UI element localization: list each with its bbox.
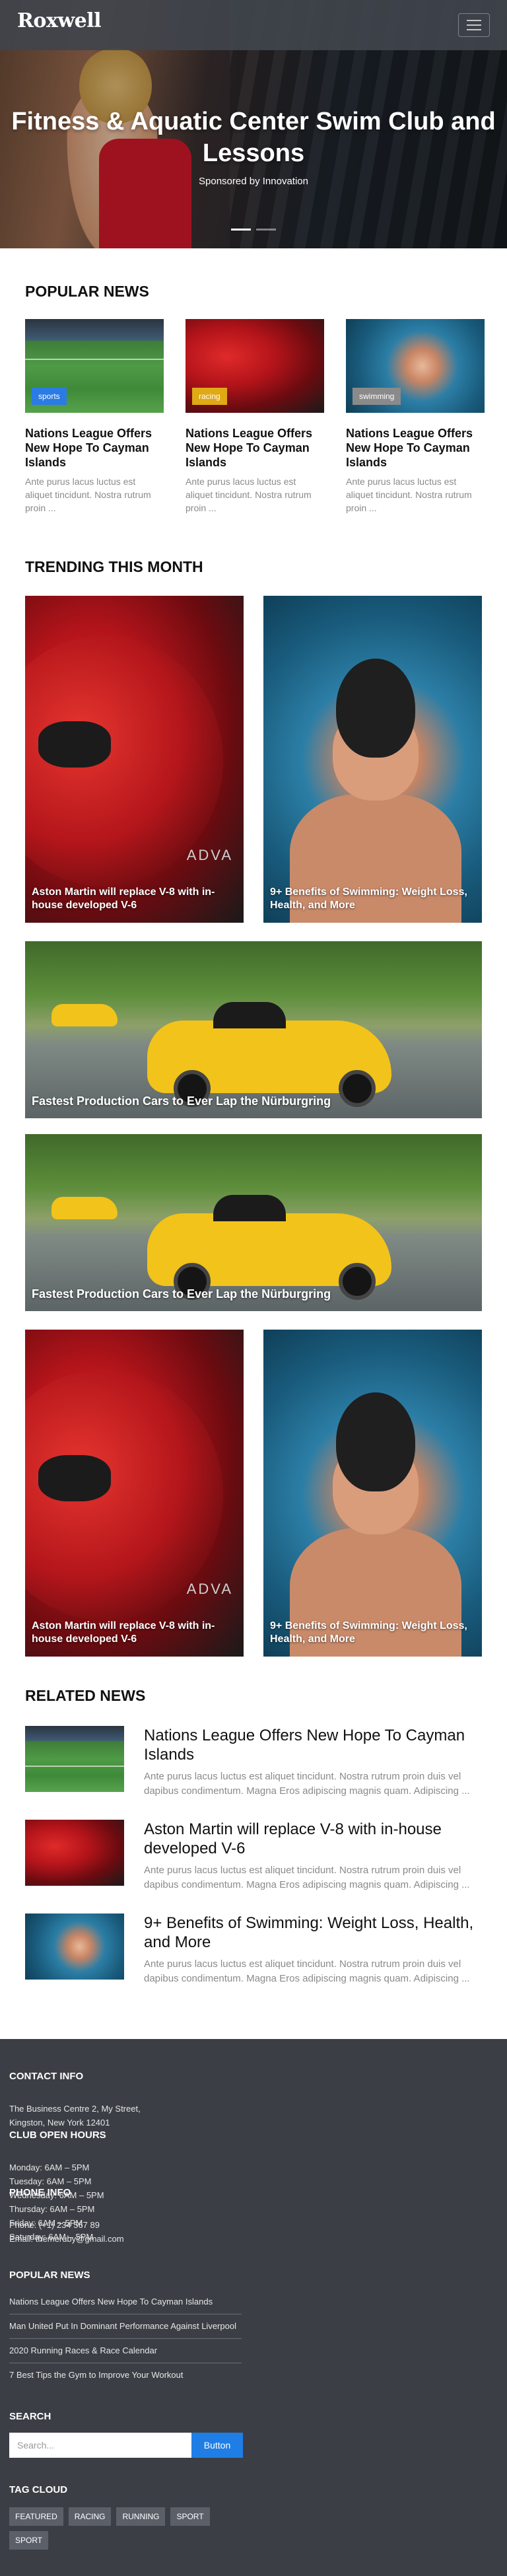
site-footer: CONTACT INFO The Business Centre 2, My S… [0,2039,507,2576]
footer-news-link[interactable]: 2020 Running Races & Race Calendar [9,2339,242,2363]
hero-title: Fitness & Aquatic Center Swim Club and L… [11,108,496,167]
search-button[interactable]: Button [191,2433,243,2458]
popular-card-title[interactable]: Nations League Offers New Hope To Cayman… [346,426,485,470]
trending-heading: TRENDING THIS MONTH [25,558,203,575]
search-heading: SEARCH [9,2411,51,2422]
hours-row: Tuesday: 6AM – 5PM [9,2176,92,2186]
trending-caption[interactable]: Aston Martin will replace V-8 with in-ho… [32,1620,237,1646]
car-brand-text: ADVA [186,1581,233,1597]
contact-heading: CONTACT INFO [9,2071,84,2082]
hours-heading: CLUB OPEN HOURS [9,2129,106,2141]
popular-card[interactable]: racing Nations League Offers New Hope To… [186,319,324,515]
tag-sport[interactable]: SPORT [170,2507,210,2526]
swimmer-image[interactable]: swimming [346,319,485,413]
site-header: Roxwell [0,0,507,50]
hero-subtitle: Sponsored by Innovation [199,176,308,187]
related-news-section: RELATED NEWS Nations League Offers New H… [0,1687,507,1986]
logo-text: Roxwell [17,9,102,32]
popular-card[interactable]: swimming Nations League Offers New Hope … [346,319,485,515]
trending-card[interactable]: ADVA Aston Martin will replace V-8 with … [25,1330,244,1657]
search-form: Button [9,2433,250,2458]
soccer-image[interactable]: sports [25,319,164,413]
tags-heading: TAG CLOUD [9,2484,68,2495]
slider-dots [231,229,276,231]
trending-card[interactable]: 9+ Benefits of Swimming: Weight Loss, He… [263,1330,482,1657]
red-car-image[interactable]: racing [186,319,324,413]
trending-card[interactable]: 9+ Benefits of Swimming: Weight Loss, He… [263,596,482,923]
related-item-excerpt: Ante purus lacus luctus est aliquet tinc… [144,1865,470,1890]
slider-dot-1[interactable] [231,229,251,231]
popular-card-excerpt: Ante purus lacus luctus est aliquet tinc… [186,476,312,513]
swimmer-thumbnail[interactable] [25,1914,124,1980]
related-item[interactable]: Nations League Offers New Hope To Cayman… [25,1726,482,1799]
trending-card[interactable]: Fastest Production Cars to Ever Lap the … [25,941,482,1118]
category-badge[interactable]: sports [32,388,67,405]
related-item-title[interactable]: 9+ Benefits of Swimming: Weight Loss, He… [144,1914,482,1952]
footer-news-link[interactable]: 7 Best Tips the Gym to Improve Your Work… [9,2363,242,2387]
search-input[interactable] [9,2433,191,2458]
soccer-thumbnail[interactable] [25,1726,124,1792]
related-item-excerpt: Ante purus lacus luctus est aliquet tinc… [144,1771,470,1797]
trending-card[interactable]: ADVA Aston Martin will replace V-8 with … [25,596,244,923]
related-item[interactable]: Aston Martin will replace V-8 with in-ho… [25,1820,482,1892]
related-item[interactable]: 9+ Benefits of Swimming: Weight Loss, He… [25,1914,482,1986]
contact-address: The Business Centre 2, My Street, Kingst… [9,2104,141,2128]
slider-dot-2[interactable] [256,229,276,231]
tag-running[interactable]: RUNNING [116,2507,166,2526]
related-news-heading: RELATED NEWS [25,1687,146,1704]
popular-news-section: POPULAR NEWS sports Nations League Offer… [0,283,507,515]
footer-news-link[interactable]: Nations League Offers New Hope To Cayman… [9,2290,242,2314]
tag-racing[interactable]: RACING [68,2507,112,2526]
footer-news-link[interactable]: Man United Put In Dominant Performance A… [9,2314,242,2339]
contact-info: CONTACT INFO The Business Centre 2, My S… [9,2071,263,2129]
category-badge[interactable]: racing [192,388,227,405]
trending-caption[interactable]: 9+ Benefits of Swimming: Weight Loss, He… [270,886,475,912]
popular-card-excerpt: Ante purus lacus luctus est aliquet tinc… [25,476,151,513]
trending-caption[interactable]: 9+ Benefits of Swimming: Weight Loss, He… [270,1620,475,1646]
email-address[interactable]: Email: themeruby@gmail.com [9,2232,250,2246]
popular-card-title[interactable]: Nations League Offers New Hope To Cayman… [25,426,164,470]
trending-caption[interactable]: Aston Martin will replace V-8 with in-ho… [32,886,237,912]
popular-card[interactable]: sports Nations League Offers New Hope To… [25,319,164,515]
popular-card-excerpt: Ante purus lacus luctus est aliquet tinc… [346,476,472,513]
site-logo[interactable]: Roxwell [17,9,102,32]
phone-number[interactable]: Phone: (+1) 234 567 89 [9,2218,250,2232]
hours-row: Monday: 6AM – 5PM [9,2163,90,2172]
trending-caption[interactable]: Fastest Production Cars to Ever Lap the … [32,1287,475,1301]
phone-info: PHONE INFO Phone: (+1) 234 567 89 Email:… [9,2187,263,2246]
popular-news-heading: POPULAR NEWS [25,283,149,300]
footer-popular-news: POPULAR NEWS Nations League Offers New H… [9,2270,263,2387]
car-brand-text: ADVA [186,847,233,863]
trending-section: TRENDING THIS MONTH ADVA Aston Martin wi… [0,558,507,1657]
footer-news-heading: POPULAR NEWS [9,2270,90,2281]
footer-search-and-tags: SEARCH Button TAG CLOUD FEATURED RACING … [9,2411,263,2550]
category-badge[interactable]: swimming [353,388,401,405]
trending-caption[interactable]: Fastest Production Cars to Ever Lap the … [32,1094,475,1108]
hamburger-icon[interactable] [458,13,490,37]
trending-card[interactable]: Fastest Production Cars to Ever Lap the … [25,1134,482,1311]
red-car-thumbnail[interactable] [25,1820,124,1886]
phone-heading: PHONE INFO [9,2187,71,2198]
tag-featured[interactable]: FEATURED [9,2507,63,2526]
related-item-title[interactable]: Nations League Offers New Hope To Cayman… [144,1726,482,1764]
related-item-excerpt: Ante purus lacus luctus est aliquet tinc… [144,1958,470,1984]
related-item-title[interactable]: Aston Martin will replace V-8 with in-ho… [144,1820,482,1858]
popular-card-title[interactable]: Nations League Offers New Hope To Cayman… [186,426,324,470]
tag-sport[interactable]: SPORT [9,2531,49,2550]
